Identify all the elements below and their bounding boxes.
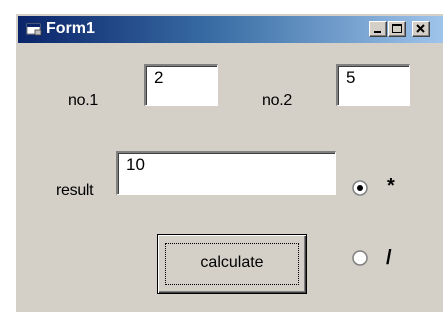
calculate-button-label: calculate <box>200 254 264 271</box>
title-bar[interactable]: Form1 <box>18 16 443 43</box>
maximize-button[interactable] <box>388 21 406 37</box>
result-label: result <box>56 182 94 199</box>
calculate-button[interactable]: calculate <box>157 234 307 294</box>
no2-label: no.2 <box>262 92 292 109</box>
close-button[interactable] <box>412 21 430 37</box>
maximize-icon <box>392 24 402 33</box>
no1-label: no.1 <box>68 92 98 109</box>
close-icon <box>416 24 425 33</box>
multiply-radio-label: * <box>387 175 395 197</box>
no2-input[interactable]: 5 <box>336 64 410 106</box>
result-input[interactable]: 10 <box>116 151 336 195</box>
minimize-icon <box>374 31 381 33</box>
divide-radio-label: / <box>386 247 392 269</box>
minimize-button[interactable] <box>369 21 387 37</box>
window-title: Form1 <box>46 20 95 37</box>
no1-input[interactable]: 2 <box>144 64 218 106</box>
form1-window: Form1 no.1 2 no.2 5 result 10 calculate <box>14 12 443 312</box>
divide-radio[interactable] <box>352 250 368 266</box>
multiply-radio[interactable] <box>352 180 368 196</box>
app-icon <box>26 23 42 36</box>
